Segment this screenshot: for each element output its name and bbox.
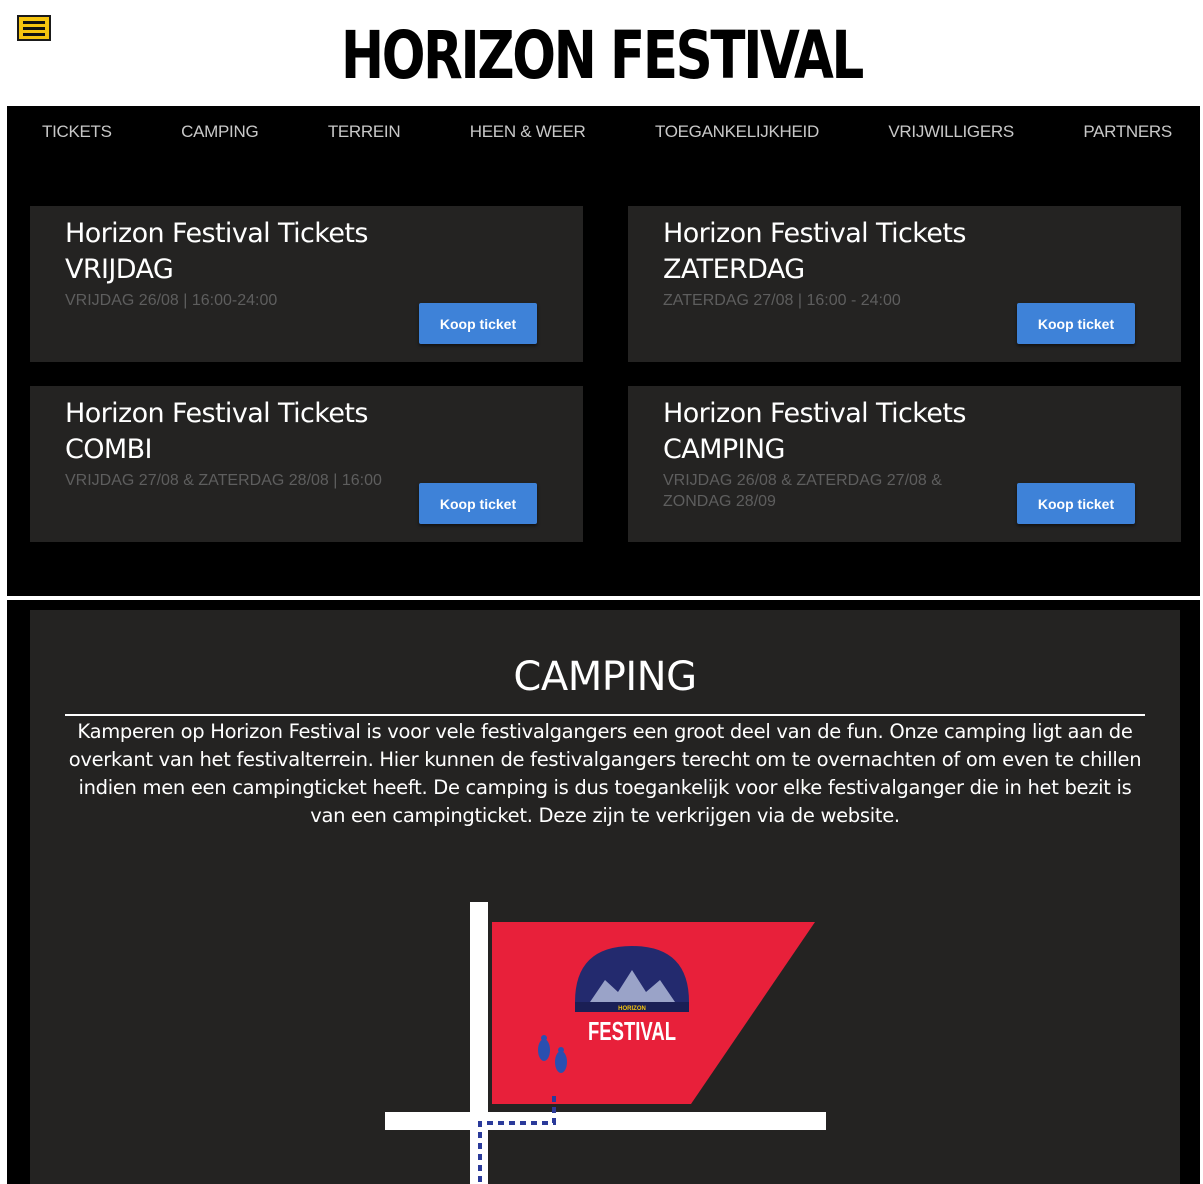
ticket-title: Horizon Festival Tickets xyxy=(663,218,966,249)
menu-button[interactable] xyxy=(17,15,51,41)
buy-ticket-button[interactable]: Koop ticket xyxy=(1017,303,1135,344)
buy-ticket-button[interactable]: Koop ticket xyxy=(419,483,537,524)
buy-ticket-button[interactable]: Koop ticket xyxy=(1017,483,1135,524)
ticket-date: VRIJDAG 26/08 | 16:00-24:00 xyxy=(65,292,278,309)
ticket-date: VRIJDAG 27/08 & ZATERDAG 28/08 | 16:00 xyxy=(65,472,382,489)
camping-panel: CAMPING Kamperen op Horizon Festival is … xyxy=(30,610,1180,1184)
nav-item-toegankelijkheid[interactable]: TOEGANKELIJKHEID xyxy=(655,122,819,142)
road-vertical xyxy=(470,902,488,1184)
walking-path xyxy=(478,1096,556,1184)
ticket-title: Horizon Festival Tickets xyxy=(65,398,368,429)
map-logo-big: FESTIVAL xyxy=(588,1016,676,1046)
ticket-type: COMBI xyxy=(65,434,152,465)
tickets-section: TICKETS CAMPING TERREIN HEEN & WEER TOEG… xyxy=(7,106,1200,596)
ticket-title: Horizon Festival Tickets xyxy=(663,398,966,429)
map-logo-small: HORIZON xyxy=(618,1006,646,1012)
nav-item-tickets[interactable]: TICKETS xyxy=(42,122,112,142)
ticket-type: ZATERDAG xyxy=(663,254,805,285)
road-horizontal xyxy=(385,1112,826,1130)
ticket-date: ZATERDAG 27/08 | 16:00 - 24:00 xyxy=(663,292,901,309)
main-nav: TICKETS CAMPING TERREIN HEEN & WEER TOEG… xyxy=(7,122,1200,142)
site-logo[interactable]: HORIZON FESTIVAL xyxy=(132,18,1070,94)
ticket-card-combi: Horizon Festival Tickets COMBI VRIJDAG 2… xyxy=(30,386,583,542)
ticket-card-camping: Horizon Festival Tickets CAMPING VRIJDAG… xyxy=(628,386,1181,542)
ticket-date: VRIJDAG 26/08 & ZATERDAG 27/08 & ZONDAG … xyxy=(663,472,942,510)
ticket-type: CAMPING xyxy=(663,434,785,465)
nav-item-partners[interactable]: PARTNERS xyxy=(1083,122,1172,142)
nav-item-camping[interactable]: CAMPING xyxy=(181,122,259,142)
buy-ticket-button[interactable]: Koop ticket xyxy=(419,303,537,344)
ticket-type: VRIJDAG xyxy=(65,254,174,285)
ticket-title: Horizon Festival Tickets xyxy=(65,218,368,249)
nav-item-terrein[interactable]: TERREIN xyxy=(328,122,401,142)
nav-item-heen-weer[interactable]: HEEN & WEER xyxy=(470,122,586,142)
ticket-card-zaterdag: Horizon Festival Tickets ZATERDAG ZATERD… xyxy=(628,206,1181,362)
nav-item-vrijwilligers[interactable]: VRIJWILLIGERS xyxy=(888,122,1014,142)
ticket-card-vrijdag: Horizon Festival Tickets VRIJDAG VRIJDAG… xyxy=(30,206,583,362)
camping-section: CAMPING Kamperen op Horizon Festival is … xyxy=(7,600,1200,1184)
hamburger-icon xyxy=(23,20,45,24)
camping-map: HORIZON FESTIVAL xyxy=(385,902,826,1184)
